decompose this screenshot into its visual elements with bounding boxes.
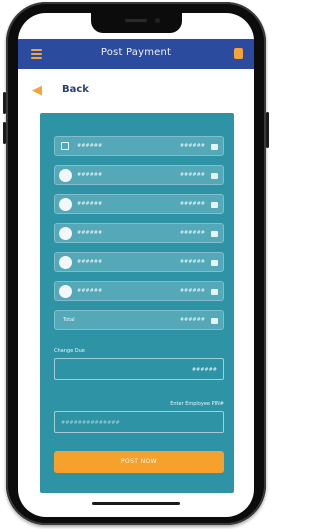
radio-icon[interactable] — [59, 169, 72, 182]
row-amount: ###### — [179, 259, 205, 265]
post-now-button[interactable]: POST NOW — [54, 451, 224, 473]
wallet-icon[interactable] — [234, 48, 243, 59]
radio-icon[interactable] — [59, 198, 72, 211]
payment-row[interactable]: ###### ###### — [54, 252, 224, 272]
phone-screen: Post Payment ◀ Back ###### ###### ######… — [18, 13, 254, 517]
payment-row[interactable]: ###### ###### — [54, 281, 224, 301]
total-label: Total — [63, 317, 75, 323]
radio-icon[interactable] — [59, 256, 72, 269]
payment-row[interactable]: ###### ###### — [54, 136, 224, 156]
total-row: Total ###### — [54, 310, 224, 330]
calculator-icon — [211, 318, 218, 324]
row-amount: ###### — [179, 143, 205, 149]
checkbox-icon[interactable] — [61, 142, 69, 150]
app-bar: Post Payment — [18, 39, 254, 69]
back-bar: ◀ Back — [18, 79, 254, 103]
total-amount: ###### — [179, 317, 205, 323]
volume-down-button — [3, 122, 6, 144]
row-name: ###### — [77, 288, 103, 294]
payment-row[interactable]: ###### ###### — [54, 165, 224, 185]
row-amount: ###### — [179, 230, 205, 236]
payment-row[interactable]: ###### ###### — [54, 194, 224, 214]
pin-input[interactable]: ############## — [54, 411, 224, 433]
row-amount: ###### — [179, 288, 205, 294]
row-name: ###### — [77, 143, 103, 149]
page-title: Post Payment — [100, 47, 172, 58]
speaker — [125, 19, 147, 22]
card-icon — [211, 231, 218, 237]
card-icon — [211, 289, 218, 295]
row-name: ###### — [77, 172, 103, 178]
power-button — [266, 112, 269, 148]
camera — [155, 18, 160, 23]
change-label: Change Due — [54, 348, 85, 354]
card-icon — [211, 260, 218, 266]
volume-up-button — [3, 92, 6, 114]
radio-icon[interactable] — [59, 227, 72, 240]
row-name: ###### — [77, 201, 103, 207]
back-link[interactable]: Back — [62, 84, 89, 95]
card-icon — [211, 173, 218, 179]
back-arrow-icon[interactable]: ◀ — [32, 84, 42, 97]
row-name: ###### — [77, 259, 103, 265]
pin-placeholder: ############## — [61, 420, 120, 426]
row-name: ###### — [77, 230, 103, 236]
pin-label: Enter Employee PIN# — [170, 401, 224, 407]
notch — [91, 13, 182, 33]
card-icon — [211, 202, 218, 208]
radio-icon[interactable] — [59, 285, 72, 298]
menu-icon[interactable] — [31, 49, 42, 59]
change-field[interactable]: ###### — [54, 358, 224, 380]
row-amount: ###### — [179, 201, 205, 207]
payment-panel: ###### ###### ###### ###### ###### #####… — [40, 113, 234, 493]
payment-row[interactable]: ###### ###### — [54, 223, 224, 243]
card-icon — [211, 144, 218, 150]
home-indicator[interactable] — [92, 502, 180, 505]
change-value: ###### — [191, 367, 217, 373]
row-amount: ###### — [179, 172, 205, 178]
